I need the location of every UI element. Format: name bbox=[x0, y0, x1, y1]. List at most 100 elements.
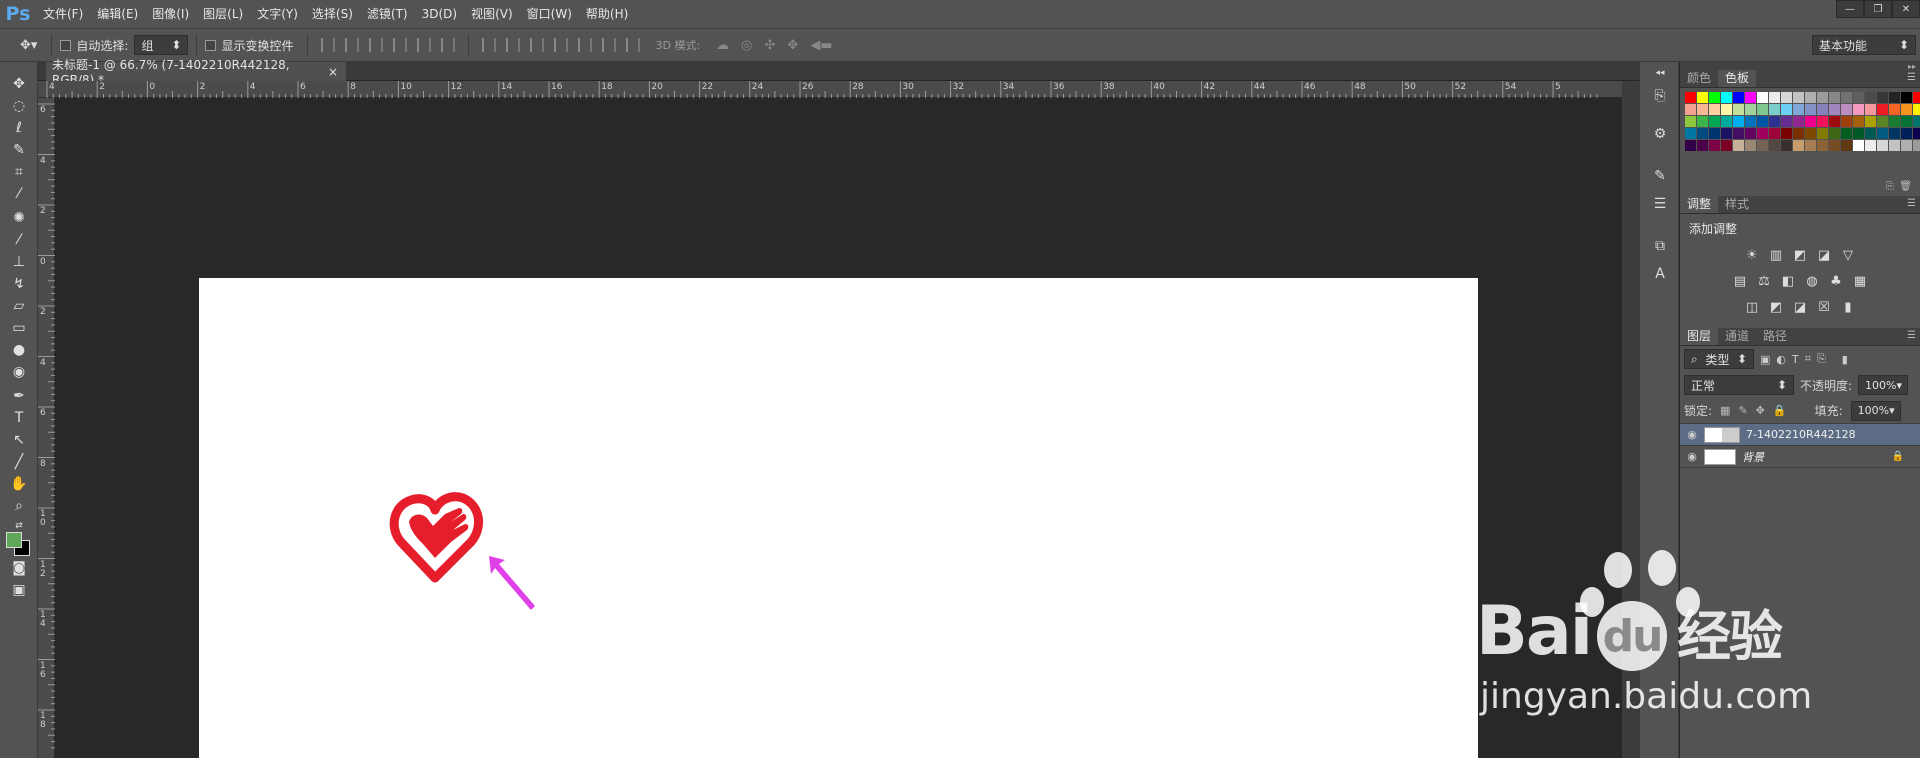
color-swatch[interactable] bbox=[1805, 128, 1816, 139]
color-swatch[interactable] bbox=[1853, 128, 1864, 139]
selective-color-icon[interactable]: ☒ bbox=[1814, 297, 1834, 317]
foreground-color-swatch[interactable] bbox=[6, 532, 22, 548]
screen-mode-icon[interactable]: ▣ bbox=[8, 580, 30, 600]
brush-panel-icon[interactable]: ✎ bbox=[1648, 164, 1672, 188]
drag-3d-icon[interactable]: ✣ bbox=[765, 38, 776, 53]
channel-mixer-icon[interactable]: ♣ bbox=[1826, 271, 1846, 291]
properties-panel-icon[interactable]: ⚙ bbox=[1648, 122, 1672, 146]
color-swatch[interactable] bbox=[1745, 128, 1756, 139]
color-swatch[interactable] bbox=[1781, 140, 1792, 151]
color-swatch[interactable] bbox=[1805, 140, 1816, 151]
black-white-icon[interactable]: ◧ bbox=[1778, 271, 1798, 291]
tab-color[interactable]: 颜色 bbox=[1680, 70, 1718, 87]
visibility-eye-icon[interactable]: ◉ bbox=[1680, 450, 1704, 463]
color-swatch[interactable] bbox=[1877, 116, 1888, 127]
color-lookup-icon[interactable]: ▦ bbox=[1850, 271, 1870, 291]
dodge-tool-icon[interactable]: ◉ bbox=[8, 362, 30, 382]
color-swatch[interactable] bbox=[1913, 140, 1920, 151]
line-tool-icon[interactable]: ╱ bbox=[8, 452, 30, 472]
exposure-icon[interactable]: ◪ bbox=[1814, 245, 1834, 265]
workspace-dropdown[interactable]: 基本功能 ⬍ bbox=[1812, 35, 1916, 55]
color-swatch[interactable] bbox=[1901, 128, 1912, 139]
gradient-map-icon[interactable]: ▮ bbox=[1838, 297, 1858, 317]
slide-3d-icon[interactable]: ✥ bbox=[787, 38, 798, 53]
visibility-eye-icon[interactable]: ◉ bbox=[1680, 428, 1704, 441]
color-swatch[interactable] bbox=[1757, 92, 1768, 103]
color-swatch[interactable] bbox=[1817, 140, 1828, 151]
tab-adjustments[interactable]: 调整 bbox=[1680, 196, 1719, 213]
menu-window[interactable]: 窗口(W) bbox=[520, 0, 579, 28]
distribute-right-icon[interactable] bbox=[602, 38, 617, 52]
orbit-3d-icon[interactable]: ☁ bbox=[716, 38, 729, 53]
color-swatch[interactable] bbox=[1913, 104, 1920, 115]
color-swatch[interactable] bbox=[1769, 92, 1780, 103]
marquee-tool-icon[interactable]: ◌ bbox=[8, 96, 30, 116]
vibrance-icon[interactable]: ▽ bbox=[1838, 245, 1858, 265]
color-swatch[interactable] bbox=[1733, 92, 1744, 103]
tab-swatches[interactable]: 色板 bbox=[1718, 70, 1757, 87]
color-swatch[interactable] bbox=[1685, 128, 1696, 139]
align-bottom-icon[interactable] bbox=[369, 38, 384, 52]
color-swatch[interactable] bbox=[1817, 92, 1828, 103]
roll-3d-icon[interactable]: ◎ bbox=[741, 38, 752, 53]
menu-help[interactable]: 帮助(H) bbox=[579, 0, 635, 28]
color-swatch[interactable] bbox=[1769, 140, 1780, 151]
healing-brush-tool-icon[interactable]: ✺ bbox=[8, 208, 30, 228]
collapse-icon[interactable]: ◂◂ bbox=[1648, 68, 1672, 78]
crop-tool-icon[interactable]: ⌗ bbox=[8, 162, 30, 182]
color-swatch[interactable] bbox=[1841, 128, 1852, 139]
align-hcenter-icon[interactable] bbox=[417, 38, 432, 52]
color-swatch[interactable] bbox=[1745, 140, 1756, 151]
panels-collapse-bar[interactable]: ▸▸ bbox=[1680, 62, 1920, 71]
photo-filter-icon[interactable]: ◍ bbox=[1802, 271, 1822, 291]
filter-adjustment-icon[interactable]: ◐ bbox=[1776, 353, 1786, 366]
align-top-icon[interactable] bbox=[321, 38, 336, 52]
color-swatch[interactable] bbox=[1877, 104, 1888, 115]
color-swatch[interactable] bbox=[1709, 128, 1720, 139]
hue-saturation-icon[interactable]: ▤ bbox=[1730, 271, 1750, 291]
color-swatch[interactable] bbox=[1721, 128, 1732, 139]
quick-mask-icon[interactable]: ◙ bbox=[8, 558, 30, 578]
color-swatch[interactable] bbox=[1865, 128, 1876, 139]
app-logo[interactable]: Ps bbox=[0, 0, 36, 28]
brightness-icon[interactable]: ☀ bbox=[1742, 245, 1762, 265]
color-swatch[interactable] bbox=[1697, 140, 1708, 151]
color-swatch[interactable] bbox=[1865, 104, 1876, 115]
show-transform-checkbox[interactable] bbox=[205, 39, 217, 51]
color-swatch[interactable] bbox=[1793, 128, 1804, 139]
color-swatch[interactable] bbox=[1709, 140, 1720, 151]
color-swatch[interactable] bbox=[1721, 92, 1732, 103]
menu-select[interactable]: 选择(S) bbox=[305, 0, 360, 28]
color-swatch[interactable] bbox=[1865, 116, 1876, 127]
color-swatch[interactable] bbox=[1865, 92, 1876, 103]
filter-pixel-icon[interactable]: ▣ bbox=[1760, 353, 1770, 366]
color-swatch[interactable] bbox=[1709, 104, 1720, 115]
color-swatch[interactable] bbox=[1793, 92, 1804, 103]
brush-tool-icon[interactable]: ⁄ bbox=[8, 230, 30, 250]
distribute-hcenter-icon[interactable] bbox=[578, 38, 593, 52]
color-swatch[interactable] bbox=[1853, 140, 1864, 151]
menu-view[interactable]: 视图(V) bbox=[464, 0, 520, 28]
color-swatch[interactable] bbox=[1709, 92, 1720, 103]
color-swatch[interactable] bbox=[1721, 140, 1732, 151]
color-swatch[interactable] bbox=[1757, 104, 1768, 115]
fill-field[interactable]: 100% ▾ bbox=[1850, 400, 1901, 421]
opacity-field[interactable]: 100% ▾ bbox=[1858, 375, 1909, 395]
menu-type[interactable]: 文字(Y) bbox=[250, 0, 305, 28]
color-swatch[interactable] bbox=[1841, 116, 1852, 127]
curves-icon[interactable]: ◩ bbox=[1790, 245, 1810, 265]
history-panel-icon[interactable]: ⎘ bbox=[1648, 84, 1672, 108]
restore-button[interactable]: ❐ bbox=[1864, 0, 1892, 18]
lasso-tool-icon[interactable]: ℓ bbox=[8, 118, 30, 138]
distribute-bottom-icon[interactable] bbox=[530, 38, 545, 52]
color-swatch[interactable] bbox=[1901, 116, 1912, 127]
pen-tool-icon[interactable]: ✒ bbox=[8, 386, 30, 406]
color-swatch[interactable] bbox=[1721, 116, 1732, 127]
color-swatch[interactable] bbox=[1889, 128, 1900, 139]
color-swatch[interactable] bbox=[1697, 104, 1708, 115]
filter-smart-object-icon[interactable]: ⎘ bbox=[1817, 352, 1826, 366]
menu-filter[interactable]: 滤镜(T) bbox=[360, 0, 415, 28]
lock-transparent-icon[interactable]: ▦ bbox=[1720, 404, 1730, 417]
type-tool-icon[interactable]: T bbox=[8, 408, 30, 428]
color-swatch[interactable] bbox=[1721, 104, 1732, 115]
